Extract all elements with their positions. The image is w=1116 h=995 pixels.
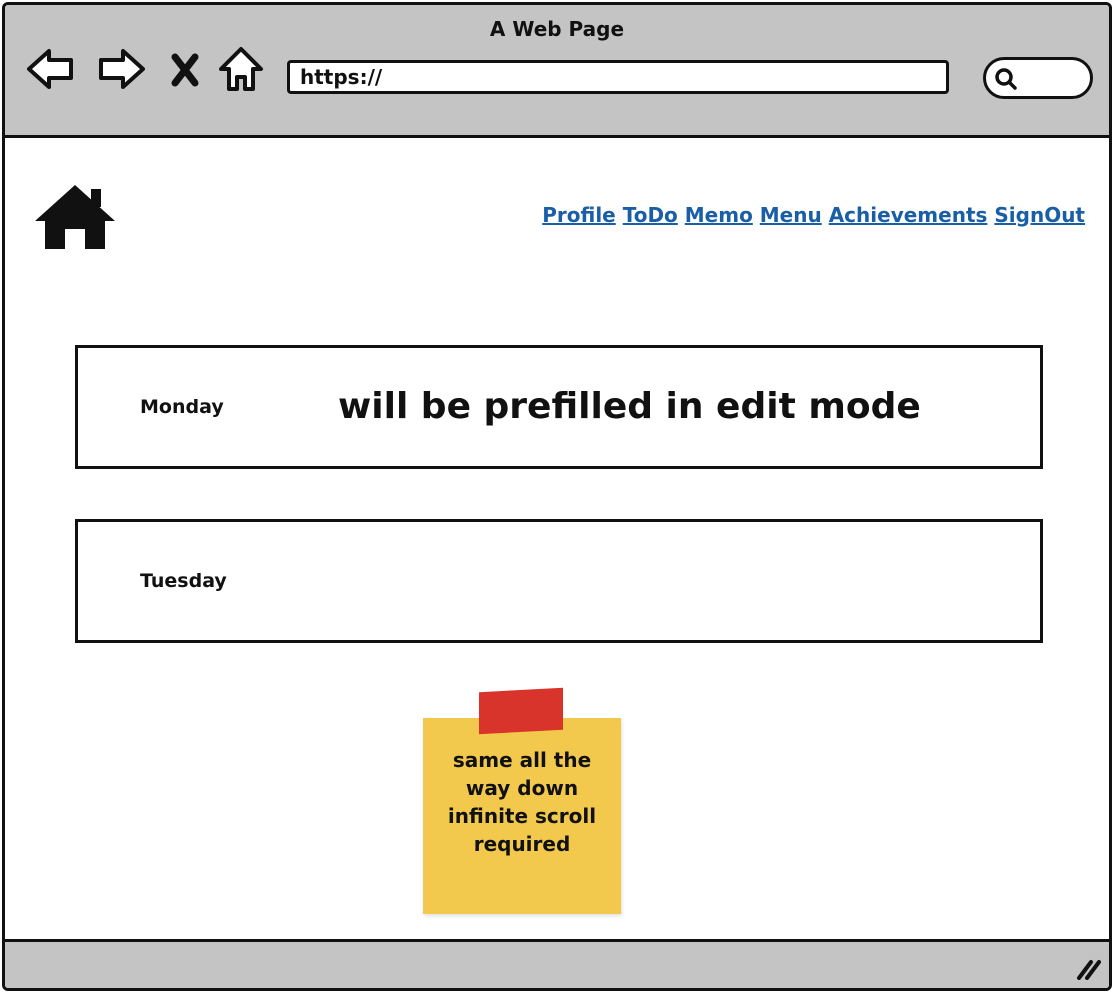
url-input[interactable]: https:// — [287, 60, 949, 94]
day-content: will be prefilled in edit mode — [338, 386, 921, 427]
sticky-note: same all the way down infinite scroll re… — [423, 687, 621, 914]
day-label: Tuesday — [140, 570, 227, 592]
window-title: A Web Page — [489, 17, 625, 41]
home-icon[interactable] — [217, 45, 265, 93]
back-arrow-icon[interactable] — [25, 45, 77, 93]
main-nav: Profile ToDo Memo Menu Achievements Sign… — [542, 203, 1085, 227]
sticky-note-text: same all the way down infinite scroll re… — [447, 748, 597, 856]
nav-link-signout[interactable]: SignOut — [994, 203, 1085, 227]
day-card-monday[interactable]: Monday will be prefilled in edit mode — [75, 345, 1043, 469]
nav-link-achievements[interactable]: Achievements — [829, 203, 988, 227]
nav-link-todo[interactable]: ToDo — [623, 203, 678, 227]
day-label: Monday — [140, 396, 224, 418]
nav-link-profile[interactable]: Profile — [542, 203, 616, 227]
page-content: Profile ToDo Memo Menu Achievements Sign… — [5, 138, 1109, 944]
resize-grip-icon[interactable] — [1075, 954, 1101, 980]
home-icon[interactable] — [33, 183, 117, 251]
search-input[interactable] — [983, 57, 1093, 99]
browser-titlebar: A Web Page https:// — [5, 5, 1109, 138]
tape — [479, 687, 563, 735]
search-icon — [995, 68, 1017, 90]
close-icon[interactable] — [165, 45, 205, 93]
browser-statusbar — [5, 939, 1109, 988]
nav-link-memo[interactable]: Memo — [685, 203, 753, 227]
browser-window: A Web Page https:// Profile ToDo Memo Me… — [2, 2, 1112, 991]
forward-arrow-icon[interactable] — [95, 45, 147, 93]
day-card-tuesday[interactable]: Tuesday — [75, 519, 1043, 643]
nav-link-menu[interactable]: Menu — [760, 203, 822, 227]
